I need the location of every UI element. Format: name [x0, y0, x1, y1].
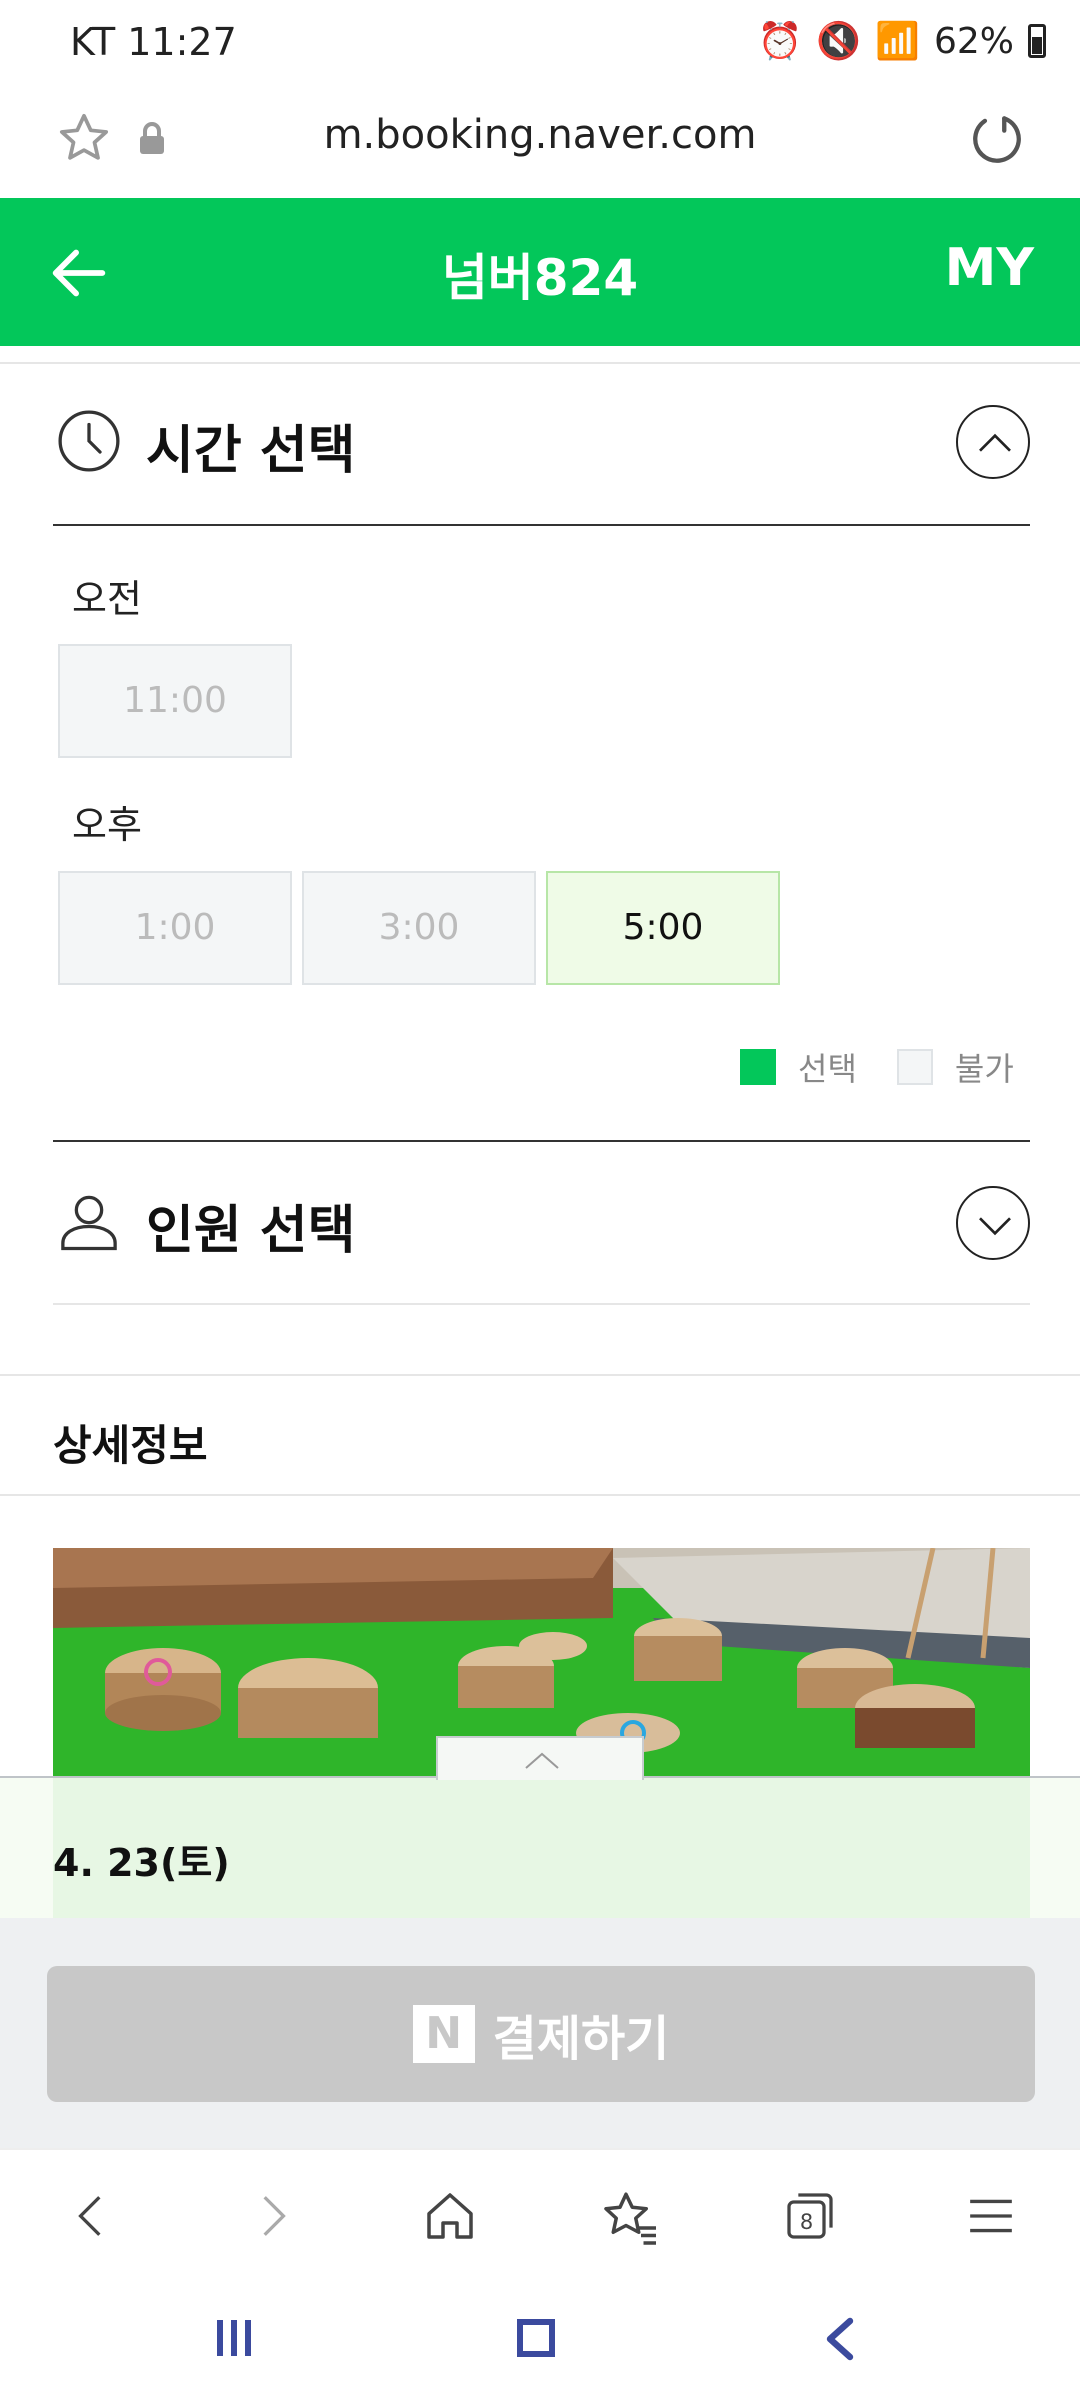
- person-icon: [61, 1195, 117, 1251]
- carrier-time: KT 11:27: [70, 20, 237, 64]
- collapse-time-button[interactable]: [956, 405, 1030, 479]
- payment-bar: N 결제하기: [0, 1918, 1080, 2148]
- legend-selected-label: 선택: [798, 1050, 857, 1088]
- system-navigation-bar: [0, 2278, 1080, 2400]
- tabs-icon[interactable]: 8: [780, 2188, 840, 2244]
- system-back-icon[interactable]: [822, 2314, 858, 2364]
- my-page-link[interactable]: MY: [945, 238, 1034, 298]
- slot-legend: 선택 불가: [740, 1044, 1014, 1090]
- pay-button-label: 결제하기: [492, 2011, 670, 2067]
- status-icons: ⏰ 🔇 📶 62%: [757, 20, 1046, 62]
- expand-summary-tab[interactable]: [436, 1736, 644, 1780]
- url-text[interactable]: m.booking.naver.com: [0, 112, 1080, 158]
- time-slot-5-00-selected[interactable]: 5:00: [546, 871, 780, 985]
- page-title: 넘버824: [441, 249, 639, 307]
- time-slot-1-00[interactable]: 1:00: [58, 871, 292, 985]
- chevron-up-icon: [979, 433, 1011, 452]
- home-button-icon[interactable]: [514, 2316, 558, 2360]
- legend-unavailable-label: 불가: [954, 1050, 1014, 1088]
- svg-text:8: 8: [800, 2210, 813, 2234]
- battery-level: 62%: [933, 20, 1014, 62]
- section-divider: [53, 524, 1030, 526]
- wifi-icon: 📶: [875, 21, 920, 62]
- time-section-title: 시간 선택: [146, 421, 356, 481]
- battery-icon: [1028, 24, 1046, 58]
- divider: [0, 362, 1080, 364]
- selected-date-bar: 4. 23(토): [0, 1736, 1080, 1918]
- chevron-down-icon: [979, 1217, 1011, 1236]
- expand-people-button[interactable]: [956, 1186, 1030, 1260]
- am-label: 오전: [72, 577, 142, 621]
- pm-label: 오후: [72, 803, 142, 847]
- browser-back-icon[interactable]: [66, 2188, 116, 2244]
- divider: [0, 1374, 1080, 1376]
- alarm-icon: ⏰: [757, 21, 803, 62]
- naver-pay-logo: N: [412, 2005, 475, 2063]
- selected-date: 4. 23(토): [53, 1841, 230, 1885]
- browser-toolbar: 8: [0, 2148, 1080, 2278]
- clock-icon: [58, 410, 120, 472]
- people-section-title: 인원 선택: [146, 1201, 356, 1261]
- menu-icon[interactable]: [966, 2188, 1016, 2244]
- reload-icon[interactable]: [968, 110, 1026, 168]
- chevron-up-icon: [525, 1752, 559, 1769]
- home-icon[interactable]: [420, 2188, 480, 2244]
- browser-forward-icon[interactable]: [248, 2188, 298, 2244]
- pay-button[interactable]: N 결제하기: [47, 1966, 1035, 2102]
- divider: [0, 1494, 1080, 1496]
- unavailable-swatch: [896, 1049, 933, 1085]
- selected-swatch: [740, 1049, 776, 1085]
- section-divider: [53, 1140, 1030, 1142]
- browser-url-bar: m.booking.naver.com: [0, 88, 1080, 198]
- status-bar: KT 11:27 ⏰ 🔇 📶 62%: [0, 0, 1080, 88]
- recent-apps-icon[interactable]: [214, 2316, 254, 2360]
- time-slot-3-00[interactable]: 3:00: [302, 871, 536, 985]
- bookmarks-icon[interactable]: [600, 2188, 662, 2248]
- detail-title: 상세정보: [53, 1421, 208, 1470]
- mute-icon: 🔇: [816, 21, 862, 62]
- time-slot-11-00[interactable]: 11:00: [58, 644, 292, 758]
- divider: [53, 1303, 1030, 1305]
- page-header: 넘버824 MY: [0, 198, 1080, 346]
